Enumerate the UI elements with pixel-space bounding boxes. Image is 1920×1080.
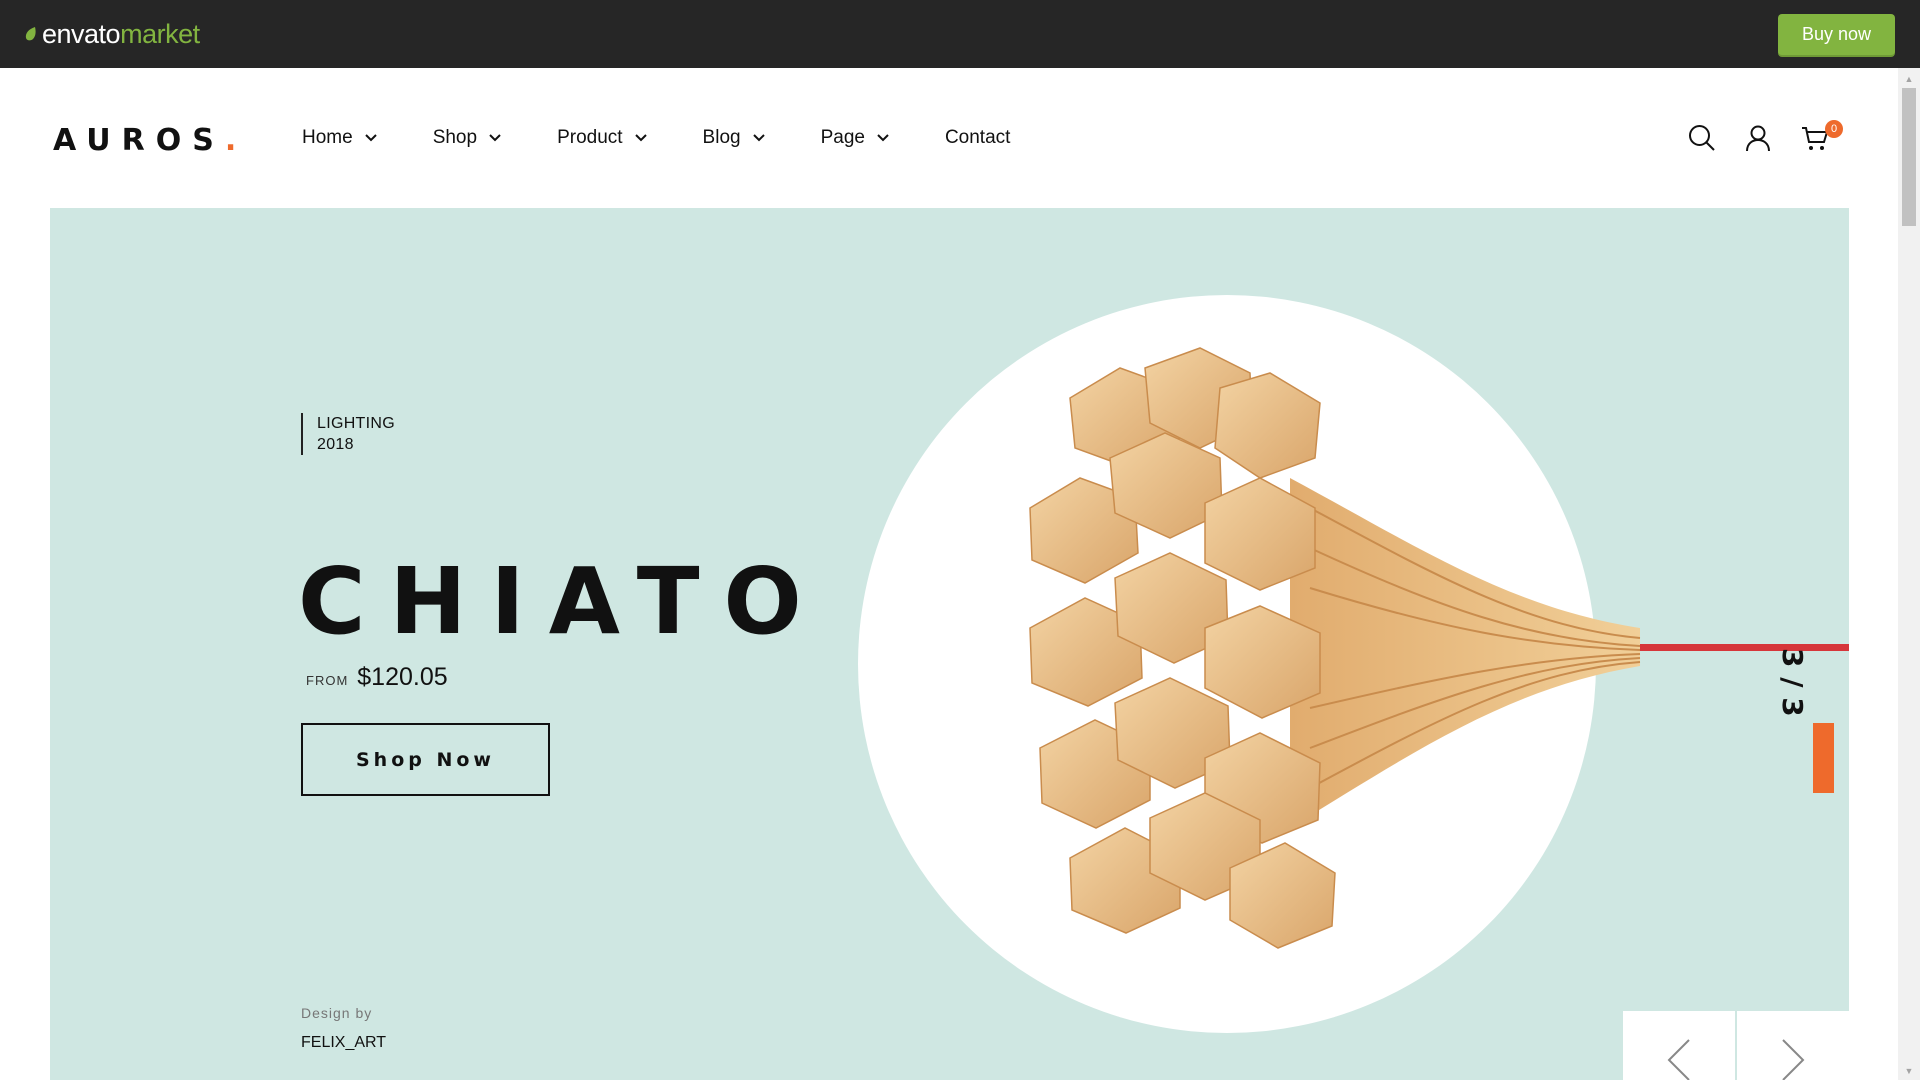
scroll-down-arrow-icon[interactable]: ▼ [1898, 1064, 1920, 1078]
cart-count-badge: 0 [1825, 120, 1843, 138]
arrow-left-icon [1667, 1038, 1690, 1080]
nav-item-page[interactable]: Page [821, 127, 889, 149]
nav-label-product: Product [557, 127, 623, 148]
prev-slide-button[interactable] [1623, 1011, 1735, 1080]
scroll-up-arrow-icon[interactable]: ▲ [1898, 72, 1920, 86]
nav-item-home[interactable]: Home [290, 127, 391, 149]
chevron-down-icon [634, 134, 647, 142]
brand-dot: . [224, 123, 248, 158]
page-content: AUROS. Home Shop Product Blog Page Conta… [0, 68, 1898, 1080]
nav-label-shop: Shop [432, 127, 478, 148]
lamp-image [1029, 347, 1849, 949]
slider-arrows [1623, 1011, 1849, 1080]
brand-name: AUROS [53, 123, 225, 158]
design-by-label: Design by [301, 1005, 373, 1021]
category-label: LIGHTING [317, 415, 395, 432]
category-tag: LIGHTING 2018 [301, 413, 395, 455]
nav-label-blog: Blog [702, 127, 741, 148]
designer-name: FELIX_ART [301, 1034, 387, 1051]
scroll-thumb[interactable] [1902, 88, 1916, 226]
slide-counter: 3 / 3 [1776, 648, 1809, 717]
envato-market-wordmark: market [120, 18, 200, 49]
main-nav: Home Shop Product Blog Page Contact [290, 118, 1010, 158]
nav-item-contact[interactable]: Contact [945, 127, 1010, 149]
price-value: $120.05 [357, 663, 448, 691]
price-row: FROM $120.05 [306, 663, 448, 692]
brand-logo[interactable]: AUROS. [53, 123, 247, 158]
hero-title: CHIATO [298, 548, 826, 655]
envato-wordmark: envato [42, 18, 121, 49]
nav-label-home: Home [302, 127, 353, 148]
category-year: 2018 [317, 436, 354, 453]
nav-item-blog[interactable]: Blog [703, 127, 765, 149]
chevron-down-icon [752, 134, 765, 142]
nav-label-page: Page [820, 127, 865, 148]
chevron-down-icon [364, 134, 377, 142]
nav-item-product[interactable]: Product [557, 127, 647, 149]
slide-progress-bar [1813, 723, 1834, 793]
price-from-label: FROM [306, 673, 349, 688]
envato-logo[interactable]: envato market [24, 18, 200, 50]
next-slide-button[interactable] [1737, 1011, 1849, 1080]
user-icon[interactable] [1743, 123, 1773, 153]
buy-now-button[interactable]: Buy now [1778, 14, 1895, 55]
search-icon[interactable] [1687, 123, 1717, 153]
chevron-down-icon [489, 134, 501, 142]
envato-top-bar: envato market Buy now [0, 0, 1920, 68]
leaf-icon [25, 27, 36, 41]
hero-slider: LIGHTING 2018 CHIATO FROM $120.05 Shop N… [50, 208, 1849, 1080]
shop-now-button[interactable]: Shop Now [301, 723, 550, 796]
nav-item-shop[interactable]: Shop [433, 127, 501, 149]
page-scrollbar[interactable]: ▲ ▼ [1898, 68, 1920, 1080]
chevron-down-icon [877, 134, 889, 142]
nav-label-contact: Contact [944, 127, 1011, 148]
arrow-right-icon [1782, 1038, 1805, 1080]
